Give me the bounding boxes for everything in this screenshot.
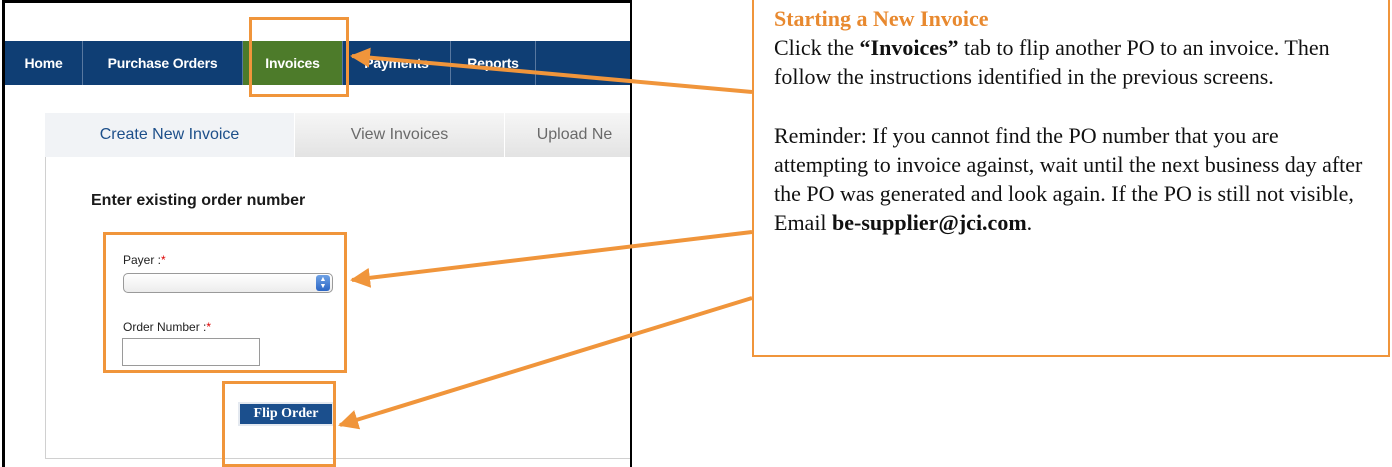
- callout-p2-post: .: [1026, 210, 1033, 235]
- support-email[interactable]: be-supplier@jci.com: [832, 210, 1027, 235]
- callout-p1-pre: Click the: [774, 35, 860, 60]
- callout-heading: Starting a New Invoice: [774, 6, 989, 31]
- callout-p1-bold: “Invoices”: [859, 35, 959, 60]
- callout-paragraph-2: Reminder: If you cannot find the PO numb…: [774, 121, 1368, 237]
- arrow-to-flip-button: [338, 296, 753, 430]
- arrow-to-invoices-tab: [350, 47, 753, 94]
- instruction-callout: Starting a New Invoice Click the “Invoic…: [752, 0, 1390, 357]
- callout-paragraph-1: Click the “Invoices” tab to flip another…: [774, 33, 1368, 91]
- arrow-to-form-fields: [350, 230, 753, 288]
